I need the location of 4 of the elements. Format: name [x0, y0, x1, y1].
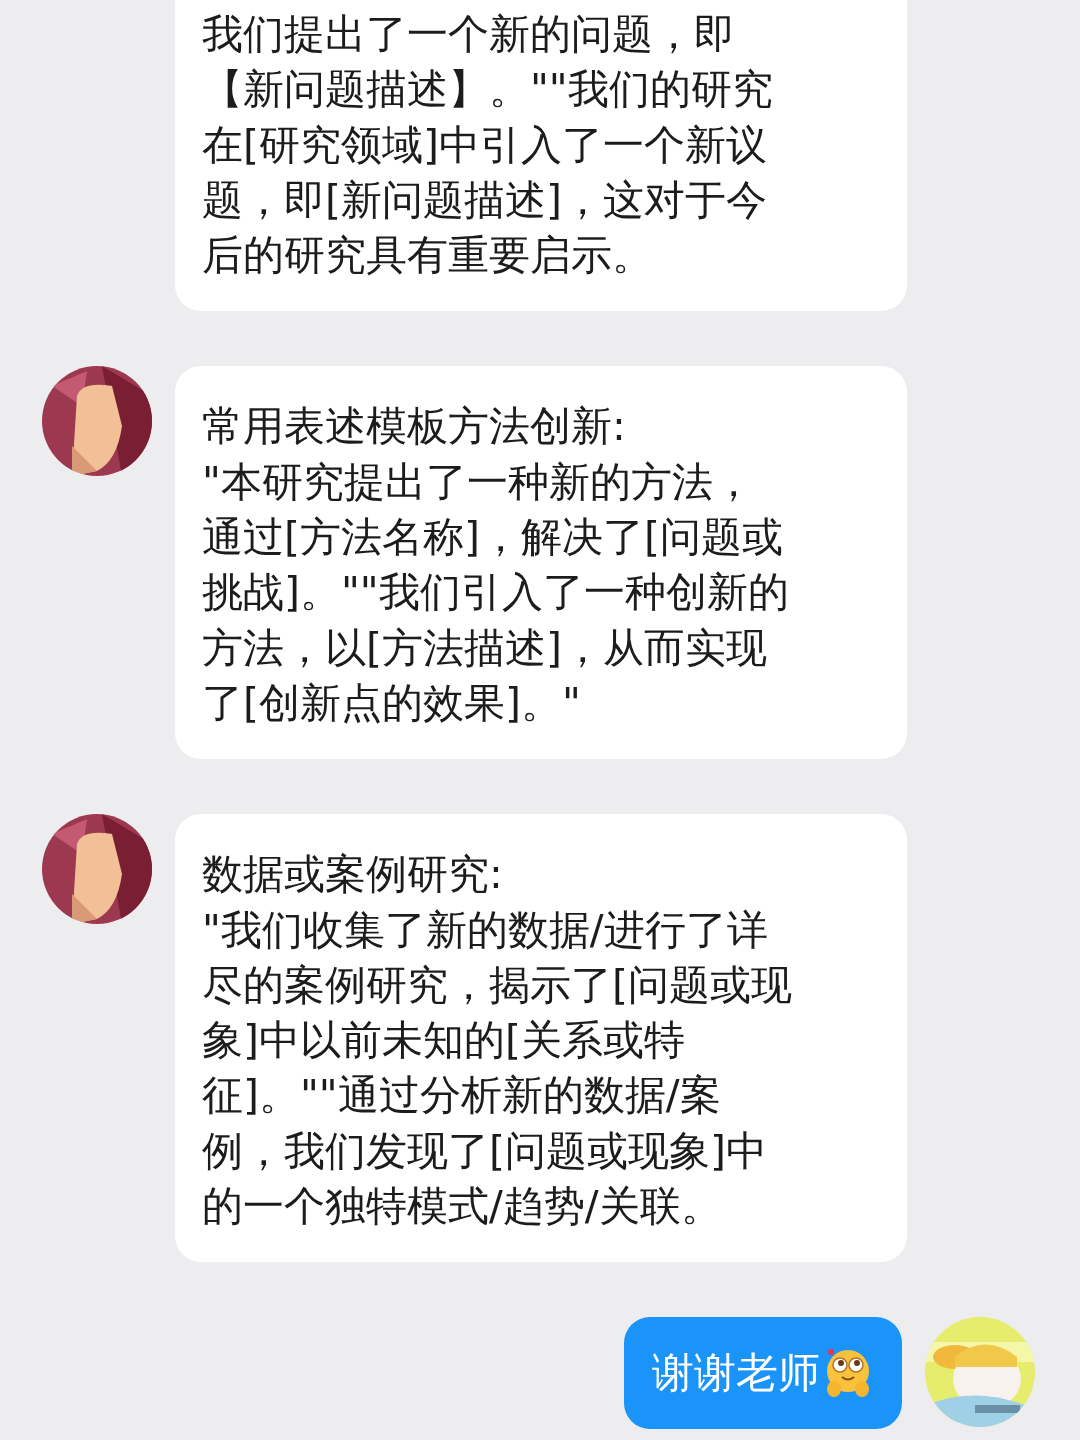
- message-text: 常用表述模板方法创新: "本研究提出了一种新的方法， 通过[方法名称]，解决了[问题或 挑战]。""我们引入了一种创新的 方法，以[方法描述]，从而实现 了[创新点的效果]。": [202, 401, 790, 729]
- message-text: 数据或案例研究: "我们收集了新的数据/进行了详 尽的案例研究，揭示了[问题或现 象]中以前未知的[关系或特 征]。""通过分析新的数据/案 例，我们发现了[问题或现象]中 的一个独特模式/趋势/关联。: [202, 849, 793, 1233]
- message-text: 谢谢老师: [652, 1347, 820, 1400]
- message-text: 我们提出了一个新的问题，即 【新问题描述】。""我们的研究 在[研究领域]中引入了一个新议 题，即[新问题描述]，这对于今 后的研究具有重要启示。: [202, 9, 774, 282]
